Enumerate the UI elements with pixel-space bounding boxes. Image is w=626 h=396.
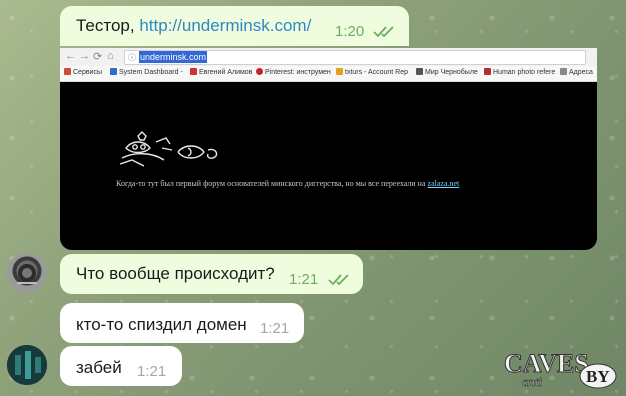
bookmark-label: System Dashboard - — [119, 69, 183, 76]
outgoing-message[interactable]: Что вообще происходит? 1:21 — [60, 254, 363, 294]
browser-toolbar: ← → ⟳ ⌂ ⓘ underminsk.com — [60, 48, 597, 67]
bookmark-item: txturs - Account Rep — [336, 68, 408, 76]
address-bar-url: underminsk.com — [139, 51, 208, 63]
bookmark-icon — [484, 68, 491, 75]
site-link[interactable]: zalaza.net — [428, 179, 460, 188]
message-text: кто-то спиздил домен — [76, 315, 247, 334]
bookmark-item: Сервисы — [64, 68, 102, 76]
apps-icon — [64, 68, 71, 75]
info-icon: ⓘ — [128, 53, 136, 62]
bookmark-item: Евгений Алимов — [190, 68, 252, 76]
home-icon: ⌂ — [107, 50, 114, 62]
back-icon: ← — [65, 50, 76, 62]
bookmark-label: txturs - Account Rep — [345, 69, 409, 76]
bookmark-label: Адреса — [569, 69, 593, 76]
bookmark-icon — [336, 68, 343, 75]
bookmark-icon — [560, 68, 567, 75]
bookmark-label: Мир Чернобыле — [425, 69, 478, 76]
message-text-prefix: Тестор, — [76, 16, 140, 35]
bookmark-label: Сервисы — [73, 69, 103, 76]
site-message-text: Когда-то тут был первый форум основателе… — [116, 179, 428, 188]
double-check-icon — [373, 26, 394, 38]
bookmarks-bar: Сервисы System Dashboard - Евгений Алимо… — [60, 66, 597, 82]
outgoing-message-link[interactable]: Тестор, http://underminsk.com/ 1:20 — [60, 6, 409, 46]
embedded-screenshot[interactable]: ← → ⟳ ⌂ ⓘ underminsk.com Сервисы System … — [60, 48, 597, 250]
message-time: 1:20 — [335, 23, 365, 40]
bookmark-icon — [190, 68, 197, 75]
bookmark-label: Евгений Алимов — [199, 69, 253, 76]
incoming-message[interactable]: забей 1:21 — [60, 346, 182, 386]
bookmark-item: Pinterest: инструмен — [256, 68, 331, 76]
bookmark-item: System Dashboard - — [110, 68, 183, 76]
message-time: 1:21 — [260, 320, 290, 337]
site-message: Когда-то тут был первый форум основателе… — [116, 179, 459, 188]
site-logo-image — [119, 131, 218, 167]
watermark-logo: CAVES anti BY — [504, 349, 617, 389]
bookmark-item: Мир Чернобыле — [416, 68, 478, 76]
message-time: 1:21 — [137, 363, 167, 380]
watermark-main: CAVES — [504, 349, 589, 378]
address-bar: ⓘ underminsk.com — [124, 50, 586, 65]
avatar-image — [7, 345, 47, 385]
pinterest-icon — [256, 68, 263, 75]
message-link[interactable]: http://underminsk.com/ — [139, 16, 311, 35]
avatar[interactable] — [7, 253, 47, 293]
forward-icon: → — [79, 50, 90, 62]
avatar[interactable] — [7, 345, 47, 385]
bookmark-icon — [110, 68, 117, 75]
bookmark-item: Адреса — [560, 68, 593, 76]
watermark-small: anti — [522, 374, 543, 389]
watermark-suffix: BY — [586, 367, 610, 386]
message-time: 1:21 — [289, 271, 319, 288]
message-text: забей — [76, 358, 122, 377]
incoming-message[interactable]: кто-то спиздил домен 1:21 — [60, 303, 304, 343]
message-text: Тестор, http://underminsk.com/ — [76, 16, 311, 36]
bookmark-icon — [416, 68, 423, 75]
avatar-image — [17, 264, 37, 284]
double-check-icon — [328, 274, 349, 286]
reload-icon: ⟳ — [93, 51, 103, 63]
bookmark-label: Pinterest: инструмен — [265, 69, 331, 76]
message-text: Что вообще происходит? — [76, 264, 275, 283]
bookmark-item: Human photo refere — [484, 68, 555, 76]
bookmark-label: Human photo refere — [493, 69, 556, 76]
